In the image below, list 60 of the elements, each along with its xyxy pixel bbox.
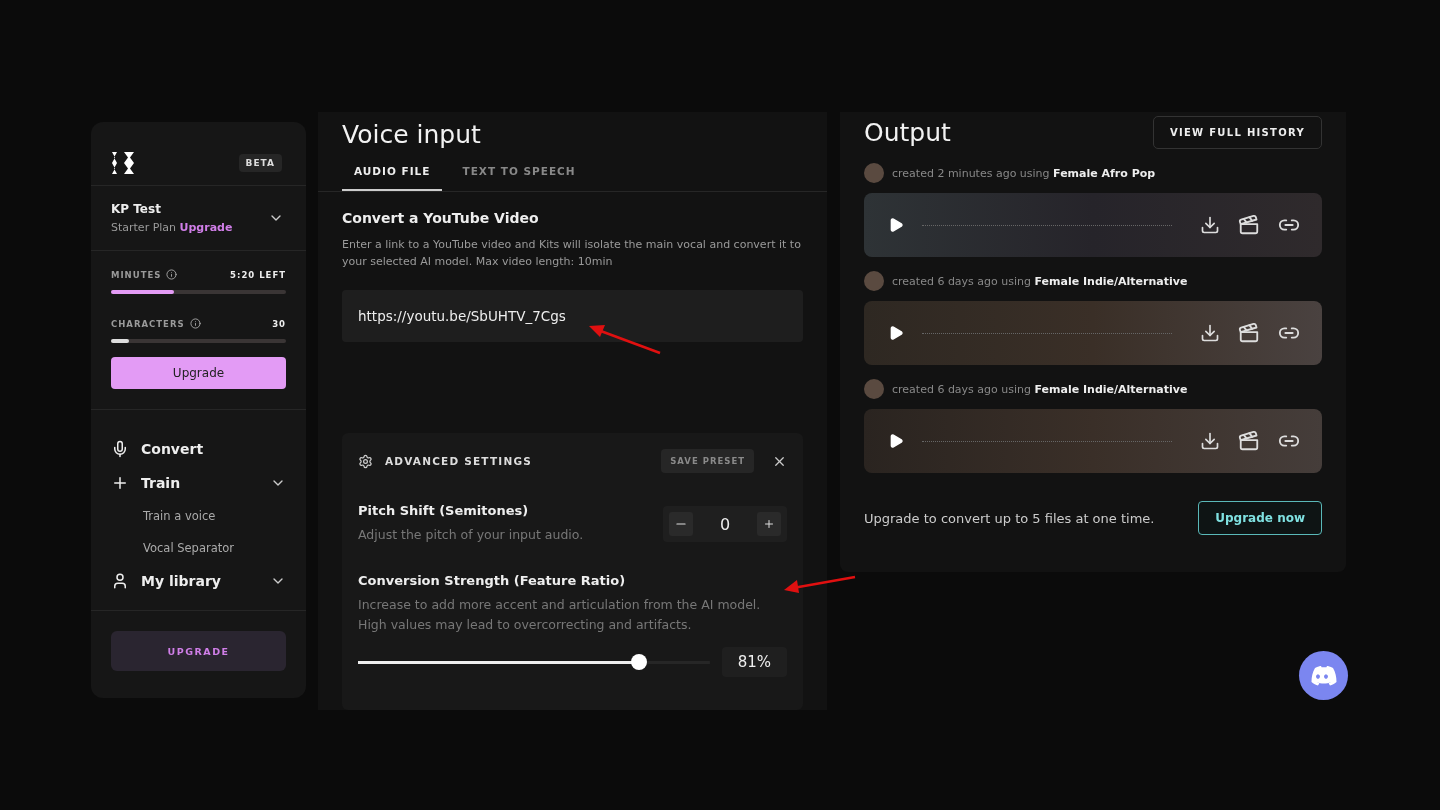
created-info: created 2 minutes ago using Female Afro Pop <box>892 166 1156 180</box>
plus-icon <box>763 518 775 530</box>
video-button[interactable] <box>1238 322 1260 344</box>
video-button[interactable] <box>1238 214 1260 236</box>
download-button[interactable] <box>1200 215 1220 235</box>
usage-value: 30 <box>272 318 286 329</box>
slider-thumb[interactable] <box>631 654 648 670</box>
download-button[interactable] <box>1200 323 1220 343</box>
panel-title: Voice input <box>342 120 482 149</box>
download-button[interactable] <box>1200 431 1220 451</box>
nav-item[interactable]: Train <box>141 475 258 491</box>
account-name: KP Test <box>111 202 162 216</box>
plan-label: Starter Plan Upgrade <box>111 221 233 234</box>
usage-label: MINUTES <box>111 269 162 280</box>
chat-button[interactable] <box>1299 651 1348 700</box>
logo-icon <box>111 151 135 174</box>
pitch-value: 0 <box>718 514 732 534</box>
tab[interactable]: AUDIO FILE <box>342 155 443 191</box>
play-button[interactable] <box>888 433 904 449</box>
panel-title: Output <box>864 118 951 147</box>
upgrade-now-button[interactable]: Upgrade now <box>1198 501 1322 535</box>
tab[interactable]: TEXT TO SPEECH <box>450 155 588 191</box>
user-icon <box>111 572 129 590</box>
decrement-button[interactable] <box>669 512 693 536</box>
nav-item[interactable]: My library <box>141 573 258 589</box>
setting-label: Pitch Shift (Semitones) <box>358 503 530 518</box>
upgrade-button[interactable]: Upgrade <box>111 357 286 389</box>
play-button[interactable] <box>888 217 904 233</box>
section-description: Enter a link to a YouTube video and Kits will isolate the main vocal and convert it to your selected AI model. Max video length: 10min <box>342 237 802 270</box>
nav-subitem[interactable]: Vocal Separator <box>111 532 286 564</box>
upgrade-button[interactable]: UPGRADE <box>111 631 286 671</box>
usage-value: 5:20 LEFT <box>230 269 286 280</box>
upgrade-note: Upgrade to convert up to 5 files at one time. <box>864 510 1155 526</box>
history-button[interactable]: VIEW FULL HISTORY <box>1152 116 1322 149</box>
chat-logo-icon <box>1310 665 1337 686</box>
video-button[interactable] <box>1238 430 1260 452</box>
avatar <box>864 163 884 183</box>
beta-badge: BETA <box>238 153 282 172</box>
avatar <box>864 379 884 399</box>
setting-label: Conversion Strength (Feature Ratio) <box>358 573 627 588</box>
upgrade-link[interactable]: Upgrade <box>179 221 233 234</box>
plus-icon <box>111 474 129 492</box>
info-icon[interactable] <box>189 318 201 329</box>
usage-label: CHARACTERS <box>111 318 185 329</box>
url-input-field[interactable]: https://youtu.be/SbUHTV_7Cgs <box>342 290 803 342</box>
created-info: created 6 days ago using Female Indie/Alternative <box>892 274 1188 288</box>
avatar <box>864 271 884 291</box>
setting-description: Increase to add more accent and articulation from the AI model. High values may lead to overcorrecting and artifacts. <box>358 596 762 634</box>
nav-item[interactable]: Convert <box>141 441 286 457</box>
created-info: created 6 days ago using Female Indie/Alternative <box>892 382 1188 396</box>
strength-reading: 81% <box>721 647 787 677</box>
info-icon[interactable] <box>166 269 178 280</box>
section-title: Convert a YouTube Video <box>342 210 540 226</box>
play-button[interactable] <box>888 325 904 341</box>
settings-icon <box>358 453 373 469</box>
setting-description: Adjust the pitch of your input audio. <box>358 526 584 544</box>
nav-subitem[interactable]: Train a voice <box>111 500 286 532</box>
card-title: ADVANCED SETTINGS <box>385 455 533 467</box>
increment-button[interactable] <box>757 512 781 536</box>
microphone-icon <box>111 440 129 458</box>
